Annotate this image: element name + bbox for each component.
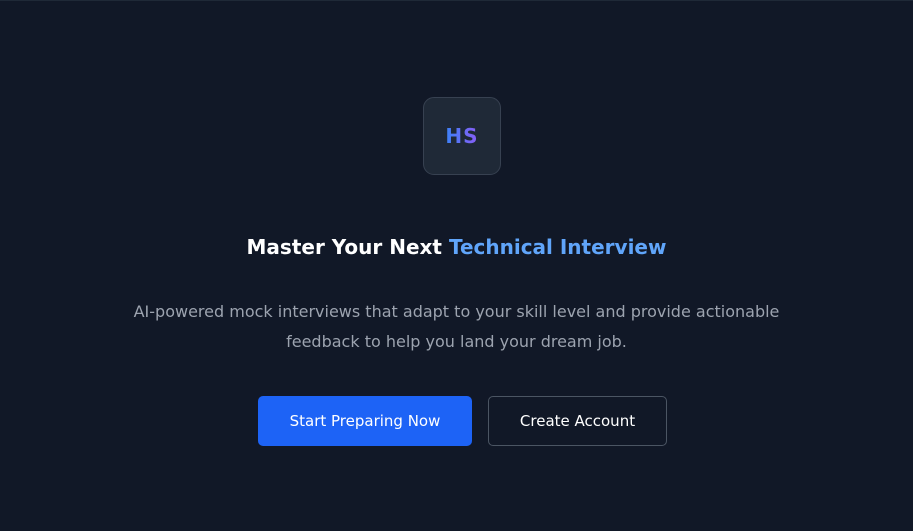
hero-subtitle: AI-powered mock interviews that adapt to…: [133, 302, 780, 351]
logo-initials: HS: [445, 124, 479, 148]
start-preparing-button[interactable]: Start Preparing Now: [258, 396, 472, 446]
landing-page: HS Master Your Next Technical Interview …: [0, 0, 913, 531]
hero-title-main: Master Your Next: [246, 235, 449, 259]
create-account-button[interactable]: Create Account: [488, 396, 667, 446]
hero-title-highlight: Technical Interview: [448, 235, 667, 259]
hero-title: Master Your Next Technical Interview: [0, 219, 913, 275]
app-logo: HS: [423, 97, 501, 175]
